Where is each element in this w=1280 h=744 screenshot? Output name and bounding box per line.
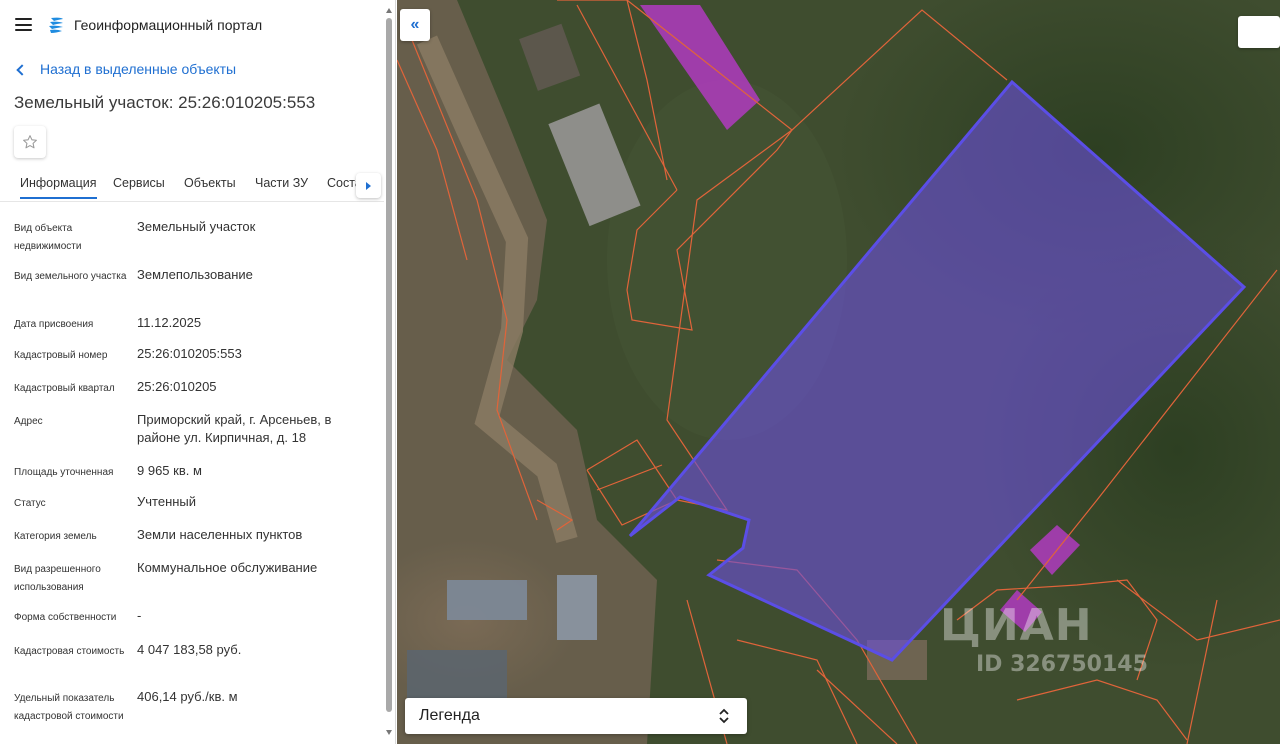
property-label: Удельный показатель кадастровой стоимост…: [14, 693, 124, 722]
property-label: Площадь уточненная: [14, 467, 114, 478]
property-label: Вид разрешенного использования: [14, 564, 101, 593]
property-value: Коммунальное обслуживание: [137, 560, 318, 575]
star-outline-icon: [23, 135, 37, 149]
property-value: 9 965 кв. м: [137, 463, 202, 478]
tab-objects[interactable]: Объекты: [184, 176, 236, 190]
legend-dropdown[interactable]: Легенда: [405, 698, 747, 734]
property-label: Статус: [14, 498, 46, 509]
watermark-id: ID 326750145: [976, 652, 1148, 677]
property-label: Форма собственности: [14, 612, 117, 623]
scroll-up-arrow-icon[interactable]: [386, 8, 392, 13]
property-label: Кадастровый квартал: [14, 383, 115, 394]
tab-bar: Информация Сервисы Объекты Части ЗУ Сост…: [0, 170, 384, 202]
collapse-panel-button[interactable]: «: [400, 9, 430, 41]
property-label: Вид объекта недвижимости: [14, 223, 82, 252]
satellite-map[interactable]: [397, 0, 1280, 744]
chevron-left-icon: [16, 63, 28, 76]
property-value: Учтенный: [137, 494, 197, 509]
address-value: Приморский край, г. Арсеньев, в районе у…: [137, 412, 332, 445]
watermark-logo: ЦИАН: [940, 600, 1093, 651]
panel-scrollbar[interactable]: [385, 6, 393, 740]
property-label: Кадастровый номер: [14, 350, 108, 361]
property-value: 406,14 руб./кв. м: [137, 689, 238, 704]
portal-title: Геоинформационный портал: [74, 17, 263, 33]
chevron-up-down-icon: [719, 708, 729, 724]
property-label: Категория земель: [14, 531, 97, 542]
tabs-scroll-right-button[interactable]: [356, 173, 381, 198]
property-value: 4 047 183,58 руб.: [137, 642, 242, 657]
object-title: Земельный участок: 25:26:010205:553: [14, 93, 316, 112]
property-value: 25:26:010205:553: [137, 346, 242, 361]
property-label: Вид земельного участка: [14, 271, 127, 282]
map-view[interactable]: ЦИАН ID 326750145: [397, 0, 1280, 744]
tab-services[interactable]: Сервисы: [113, 176, 165, 190]
property-value: Земельный участок: [137, 219, 256, 234]
tab-info[interactable]: Информация: [20, 176, 97, 199]
side-panel: Геоинформационный портал Назад в выделен…: [0, 0, 396, 744]
map-control-button[interactable]: [1238, 16, 1280, 48]
scroll-thumb[interactable]: [386, 18, 392, 712]
tab-parts[interactable]: Части ЗУ: [255, 176, 308, 190]
back-to-selected-link[interactable]: Назад в выделенные объекты: [16, 61, 237, 77]
property-value: 25:26:010205: [137, 379, 217, 394]
property-label: Дата присвоения: [14, 319, 94, 330]
back-link-label: Назад в выделенные объекты: [40, 61, 237, 77]
double-chevron-left-icon: «: [410, 16, 420, 33]
property-value: 11.12.2025: [137, 315, 202, 330]
favorite-button[interactable]: [14, 126, 46, 158]
scroll-down-arrow-icon[interactable]: [386, 730, 392, 735]
property-label: Адрес: [14, 416, 43, 427]
portal-logo-icon: [49, 17, 63, 33]
property-value: Землепользование: [137, 267, 253, 282]
property-label: Кадастровая стоимость: [14, 646, 125, 657]
property-value: -: [137, 608, 142, 623]
legend-label: Легенда: [419, 707, 480, 724]
top-bar: Геоинформационный портал: [0, 0, 384, 50]
property-value: Земли населенных пунктов: [137, 527, 303, 542]
triangle-right-icon: [366, 181, 371, 190]
hamburger-icon[interactable]: [15, 18, 32, 31]
